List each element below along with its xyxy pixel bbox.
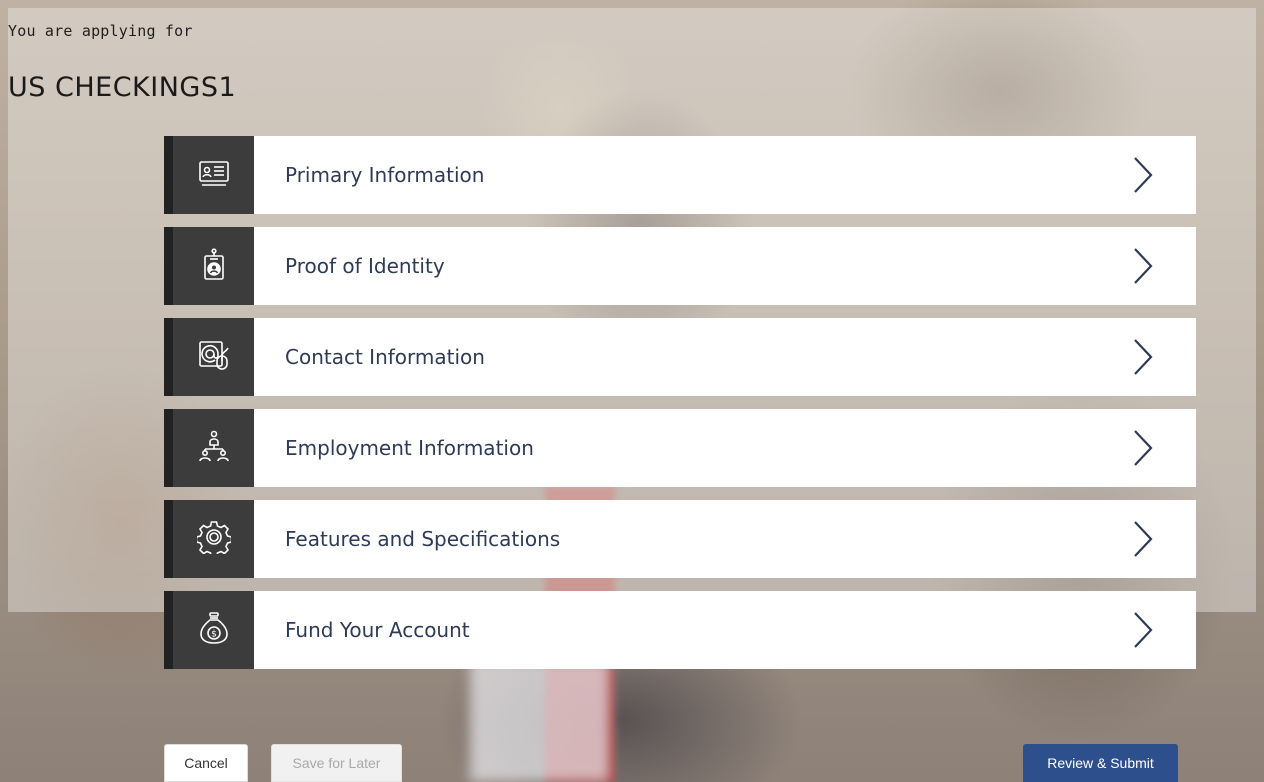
application-sections: Primary Information Proof of Identity Co… xyxy=(164,136,1196,682)
section-label: Features and Specifications xyxy=(285,527,561,551)
review-and-submit-button[interactable]: Review & Submit xyxy=(1023,744,1178,782)
chevron-right-icon[interactable] xyxy=(1132,246,1154,286)
section-fund-your-account[interactable]: $ Fund Your Account xyxy=(164,591,1196,669)
chevron-right-icon[interactable] xyxy=(1132,155,1154,195)
svg-text:$: $ xyxy=(211,629,217,639)
chevron-right-icon[interactable] xyxy=(1132,337,1154,377)
cancel-button[interactable]: Cancel xyxy=(164,744,248,782)
chevron-right-icon[interactable] xyxy=(1132,428,1154,468)
save-for-later-button[interactable]: Save for Later xyxy=(271,744,402,782)
chevron-right-icon[interactable] xyxy=(1132,610,1154,650)
email-contact-icon xyxy=(197,338,231,377)
section-label: Proof of Identity xyxy=(285,254,445,278)
section-label: Primary Information xyxy=(285,163,485,187)
id-badge-icon xyxy=(197,247,231,286)
section-primary-information[interactable]: Primary Information xyxy=(164,136,1196,214)
org-chart-icon xyxy=(197,429,231,468)
section-label: Employment Information xyxy=(285,436,534,460)
section-proof-of-identity[interactable]: Proof of Identity xyxy=(164,227,1196,305)
section-features-and-specifications[interactable]: Features and Specifications xyxy=(164,500,1196,578)
section-contact-information[interactable]: Contact Information xyxy=(164,318,1196,396)
section-label: Contact Information xyxy=(285,345,485,369)
gear-icon xyxy=(195,520,232,559)
chevron-right-icon[interactable] xyxy=(1132,519,1154,559)
section-label: Fund Your Account xyxy=(285,618,470,642)
id-card-icon xyxy=(197,156,231,195)
product-title: US CHECKINGS1 xyxy=(8,72,237,103)
section-employment-information[interactable]: Employment Information xyxy=(164,409,1196,487)
money-bag-icon: $ xyxy=(197,611,231,650)
applying-for-label: You are applying for xyxy=(8,22,193,40)
